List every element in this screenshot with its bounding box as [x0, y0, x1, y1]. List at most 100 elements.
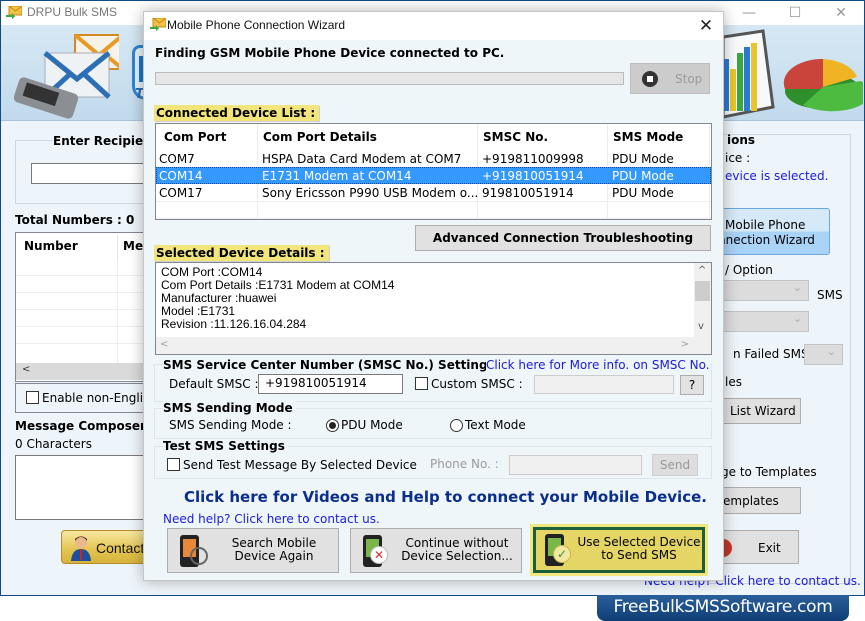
main-window-title: DRPU Bulk SMS [27, 5, 118, 19]
enable-non-english-checkbox[interactable] [26, 391, 39, 404]
maximize-icon: ☐ [788, 5, 802, 21]
column-header-message[interactable]: Me [123, 239, 143, 253]
mobile-phone-connection-wizard-button[interactable]: Mobile Phone nnection Wizard [707, 208, 830, 255]
cell-details: Sony Ericsson P990 USB Modem o... [262, 186, 479, 200]
cell-smsc: 919810051914 [482, 186, 574, 200]
dialog-close-button[interactable]: ✕ [689, 12, 723, 40]
column-header-sms-mode[interactable]: SMS Mode [613, 130, 683, 144]
smsc-settings-title: SMS Service Center Number (SMSC No.) Set… [163, 358, 498, 372]
maximize-button[interactable]: ☐ [772, 1, 818, 25]
grid-line [16, 326, 164, 327]
default-smsc-label: Default SMSC : [169, 377, 259, 391]
detail-line: Com Port Details :E1731 Modem at COM14 [161, 278, 395, 292]
horizontal-scrollbar[interactable]: < [16, 363, 164, 380]
connected-device-table[interactable]: Com Port Com Port Details SMSC No. SMS M… [155, 123, 712, 220]
continue-without-device-button[interactable]: ✕ Continue without Device Selection... [350, 528, 522, 573]
grid-line [16, 309, 164, 310]
scroll-thumb[interactable] [695, 281, 710, 301]
grid-line [156, 201, 711, 202]
videos-help-link[interactable]: Click here for Videos and Help to connec… [184, 488, 707, 506]
column-header-com-port-details[interactable]: Com Port Details [263, 130, 377, 144]
close-icon: ✕ [835, 5, 847, 21]
contact-button-label: Contact [96, 540, 145, 556]
device-row[interactable]: COM7 HSPA Data Card Modem at COM7 +91981… [156, 150, 711, 167]
advanced-connection-troubleshooting-button[interactable]: Advanced Connection Troubleshooting [415, 225, 711, 251]
phone-no-label: Phone No. : [430, 457, 499, 471]
scroll-up-icon[interactable]: ^ [698, 265, 706, 276]
default-smsc-input[interactable]: +919810051914 [258, 374, 403, 394]
horizontal-scrollbar[interactable]: < > [156, 337, 711, 354]
mobile-phone-connection-wizard-dialog: Mobile Phone Connection Wizard ✕ Finding… [143, 11, 724, 581]
cell-com-port: COM7 [159, 152, 195, 166]
footer-brand: FreeBulkSMSSoftware.com [597, 595, 849, 621]
wizard-button-line-2: nnection Wizard [718, 233, 815, 247]
smsc-help-button[interactable]: ? [680, 375, 704, 395]
grid-line [16, 343, 164, 344]
column-header-smsc-no[interactable]: SMSC No. [483, 130, 548, 144]
selected-device-details-label: Selected Device Details : [154, 245, 329, 261]
vertical-scrollbar[interactable]: ^ v [694, 263, 711, 337]
custom-smsc-input[interactable] [534, 375, 674, 394]
selected-device-details-box[interactable]: COM Port :COM14 Com Port Details :E1731 … [155, 262, 712, 355]
right-panel: ions ice : evice is selected. Mobile Pho… [707, 122, 865, 597]
scroll-down-icon[interactable]: v [698, 321, 704, 332]
device-row[interactable]: COM17 Sony Ericsson P990 USB Modem o... … [156, 184, 711, 201]
dialog-titlebar: Mobile Phone Connection Wizard ✕ [144, 12, 723, 40]
scroll-left-icon[interactable]: < [160, 339, 168, 350]
cell-smsc: +919811009998 [482, 152, 584, 166]
column-header-number[interactable]: Number [24, 239, 78, 253]
send-test-button[interactable]: Send [652, 454, 698, 476]
templates-button-label: emplates [723, 494, 779, 508]
cell-smsc: +919810051914 [482, 169, 584, 183]
dialog-title: Mobile Phone Connection Wizard [167, 18, 346, 32]
dialog-envelope-icon [150, 18, 166, 31]
recipient-input[interactable] [31, 163, 161, 184]
text-mode-radio[interactable] [450, 419, 463, 432]
enable-non-english-label: Enable non-Englis [42, 391, 150, 405]
app-envelope-icon [6, 6, 22, 19]
grid-line [156, 218, 711, 219]
stop-button[interactable]: Stop [630, 63, 710, 94]
column-header-com-port[interactable]: Com Port [164, 130, 226, 144]
cell-details: E1731 Modem at COM14 [262, 169, 412, 183]
scroll-right-icon[interactable]: > [681, 339, 689, 350]
list-wizard-label: List Wizard [730, 404, 796, 418]
total-numbers-label: Total Numbers : 0 [15, 213, 135, 227]
grid-line [16, 275, 164, 276]
sms-sending-mode-label: SMS Sending Mode : [169, 418, 292, 432]
failed-sms-dropdown[interactable] [804, 344, 843, 365]
message-composer-label: Message Composer [15, 419, 146, 433]
custom-smsc-label: Custom SMSC : [431, 377, 523, 391]
detail-line: Model :E1731 [161, 304, 236, 318]
envelopes-phone-icon [13, 33, 119, 119]
cell-mode: PDU Mode [612, 152, 674, 166]
search-device-again-button[interactable]: Search Mobile Device Again [167, 528, 339, 573]
left-panel: Enter Recipie Total Numbers : 0 Number M… [1, 122, 165, 597]
sms-label: SMS [817, 288, 843, 302]
x-mark-icon: ✕ [370, 546, 388, 564]
need-help-link[interactable]: Need help? Click here to contact us. [163, 512, 380, 526]
person-icon [71, 536, 91, 561]
minimize-icon: — [742, 5, 756, 21]
scroll-left-icon[interactable]: < [22, 364, 30, 375]
use-selected-line-2: to Send SMS [601, 548, 677, 562]
smsc-info-link[interactable]: Click here for More info. on SMSC No. [486, 358, 710, 372]
search-button-line-2: Device Again [234, 549, 314, 563]
send-test-message-checkbox[interactable] [167, 458, 180, 471]
test-sms-settings-title: Test SMS Settings [163, 439, 288, 453]
use-selected-device-button[interactable]: ✓ Use Selected Device to Send SMS [533, 527, 705, 573]
device-row-selected[interactable]: COM14 E1731 Modem at COM14 +919810051914… [156, 167, 711, 184]
minimize-button[interactable]: — [726, 1, 772, 25]
save-to-templates-label: ge to Templates [721, 465, 817, 479]
pdu-mode-radio[interactable] [326, 419, 339, 432]
status-text: Finding GSM Mobile Phone Device connecte… [155, 46, 505, 60]
magnifier-icon [190, 547, 208, 565]
main-close-button[interactable]: ✕ [818, 1, 864, 25]
phone-no-input[interactable] [509, 455, 642, 475]
custom-smsc-checkbox[interactable] [415, 377, 428, 390]
contact-button[interactable]: Contact [61, 530, 151, 564]
characters-count: 0 Characters [15, 437, 92, 451]
header-divider [117, 235, 118, 259]
stop-button-label: Stop [675, 72, 703, 86]
continue-button-line-2: Device Selection... [401, 549, 513, 563]
